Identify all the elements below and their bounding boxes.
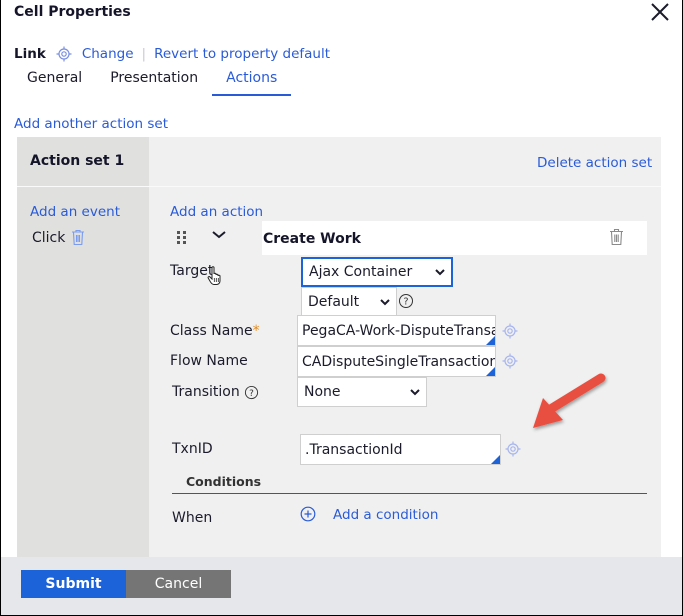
flow-name-label: Flow Name [170, 353, 248, 369]
transition-select[interactable]: None [297, 377, 427, 407]
help-icon[interactable]: ? [244, 385, 259, 400]
action-title: Create Work [263, 231, 361, 247]
dialog-footer: Submit Cancel [1, 557, 682, 615]
change-link[interactable]: Change [82, 46, 134, 62]
flow-name-value: CADisputeSingleTransaction [302, 353, 496, 370]
transition-label-text: Transition [172, 384, 240, 400]
chevron-down-icon[interactable] [211, 229, 227, 245]
property-picker-icon[interactable] [502, 353, 518, 373]
link-row: Link Change | Revert to property default [14, 46, 330, 62]
tab-bar: General Presentation Actions [13, 68, 292, 96]
action-set-panel: Action set 1 Delete action set Add an ev… [17, 137, 661, 557]
autocomplete-corner [486, 367, 495, 376]
autocomplete-corner [486, 336, 495, 345]
add-another-action-set-link[interactable]: Add another action set [14, 116, 168, 132]
transition-select-value: None [304, 384, 341, 400]
dialog-title: Cell Properties [14, 4, 131, 20]
chevron-down-icon [435, 269, 445, 276]
tab-general[interactable]: General [13, 68, 96, 96]
add-condition-link[interactable]: Add a condition [333, 507, 438, 523]
drag-handle-icon[interactable] [176, 230, 188, 248]
required-mark: * [252, 323, 260, 339]
add-action-link[interactable]: Add an action [170, 204, 263, 220]
class-name-value: PegaCA-Work-DisputeTransac [302, 322, 496, 339]
revert-link[interactable]: Revert to property default [154, 46, 330, 62]
property-picker-icon[interactable] [502, 323, 518, 343]
link-label: Link [14, 46, 46, 62]
add-circle-icon[interactable] [300, 506, 316, 526]
autocomplete-corner [491, 455, 500, 464]
target-select-value: Ajax Container [309, 264, 413, 280]
when-label: When [172, 510, 213, 526]
conditions-divider [172, 493, 647, 494]
chevron-down-icon [380, 299, 390, 306]
event-label: Click [32, 229, 66, 246]
divider [17, 186, 661, 187]
action-set-title: Action set 1 [30, 153, 125, 169]
class-name-input[interactable]: PegaCA-Work-DisputeTransac [297, 315, 496, 346]
events-column [17, 137, 149, 557]
flow-name-input[interactable]: CADisputeSingleTransaction [297, 346, 496, 377]
chevron-down-icon [410, 389, 420, 396]
tab-presentation[interactable]: Presentation [96, 68, 212, 96]
tab-actions[interactable]: Actions [212, 68, 292, 96]
help-icon[interactable]: ? [398, 293, 414, 313]
separator: | [141, 46, 147, 62]
target-icon[interactable] [56, 46, 72, 62]
target-select[interactable]: Ajax Container [301, 257, 453, 287]
cancel-button[interactable]: Cancel [126, 570, 231, 598]
add-event-link[interactable]: Add an event [30, 204, 120, 220]
cell-properties-dialog: Cell Properties Link Change | Revert to … [1, 0, 682, 615]
trash-icon[interactable] [71, 229, 85, 246]
class-name-label-text: Class Name [170, 323, 253, 339]
txnid-input[interactable]: .TransactionId [300, 434, 501, 465]
transition-label: Transition ? [172, 384, 259, 400]
delete-action-set-link[interactable]: Delete action set [537, 155, 652, 171]
svg-text:?: ? [403, 297, 408, 308]
hand-cursor-icon [207, 266, 223, 290]
target-sub-select[interactable]: Default [301, 287, 397, 317]
target-sub-select-value: Default [308, 294, 360, 310]
property-picker-icon[interactable] [505, 441, 521, 461]
delete-action-icon[interactable] [609, 228, 624, 250]
event-item: Click [32, 229, 85, 246]
close-icon[interactable] [649, 1, 671, 23]
txnid-value: .TransactionId [305, 441, 403, 458]
txnid-label: TxnID [172, 441, 213, 457]
class-name-label: Class Name* [170, 323, 260, 339]
conditions-heading: Conditions [186, 474, 262, 489]
svg-text:?: ? [249, 388, 254, 398]
annotation-arrow-icon [521, 368, 621, 442]
submit-button[interactable]: Submit [21, 570, 126, 598]
